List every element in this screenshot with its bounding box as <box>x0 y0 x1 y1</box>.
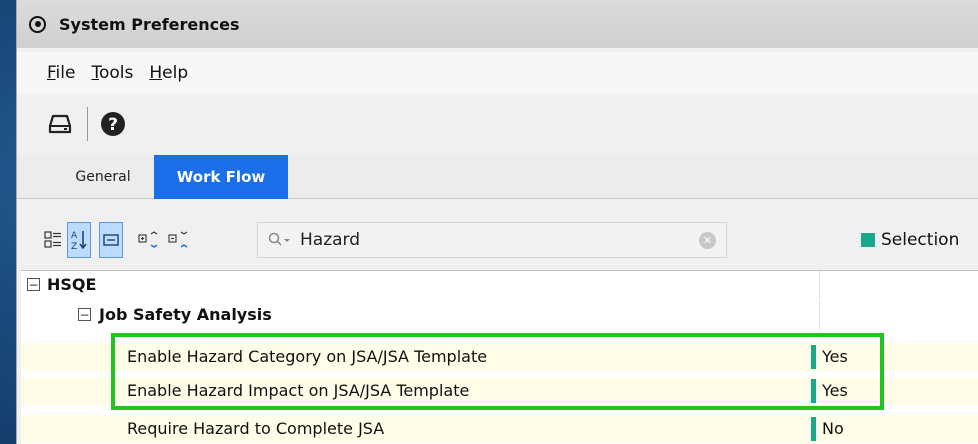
title-bar[interactable]: System Preferences <box>17 0 978 48</box>
property-name: Require Hazard to Complete JSA <box>127 419 385 438</box>
subgroup-row-jsa[interactable]: − Job Safety Analysis <box>21 301 978 329</box>
group-label: HSQE <box>47 275 97 294</box>
group-row-hsqe[interactable]: − HSQE <box>21 271 978 299</box>
menu-help[interactable]: Help <box>149 63 188 83</box>
menu-tools[interactable]: Tools <box>91 63 133 83</box>
search-input[interactable] <box>300 230 680 250</box>
svg-text:Z: Z <box>71 242 77 251</box>
save-button[interactable] <box>45 109 75 139</box>
help-icon: ? <box>101 112 125 136</box>
help-button[interactable]: ? <box>98 109 128 139</box>
toolbar: ? <box>17 96 978 152</box>
tab-work-flow[interactable]: Work Flow <box>154 155 288 199</box>
menu-tools-mnemonic: T <box>91 63 99 83</box>
property-pages-icon <box>103 234 119 246</box>
alphabetical-sort-button[interactable]: A Z <box>67 222 91 258</box>
property-pages-button[interactable] <box>99 222 123 258</box>
categorized-icon <box>44 231 61 248</box>
menu-bar: File Tools Help <box>17 52 978 94</box>
collapse-all-button[interactable] <box>167 225 191 255</box>
property-value[interactable]: No <box>822 419 844 438</box>
search-box[interactable]: ✕ <box>257 222 727 258</box>
menu-help-label: elp <box>162 63 189 83</box>
clear-search-icon[interactable]: ✕ <box>699 232 716 249</box>
subgroup-label: Job Safety Analysis <box>99 305 272 324</box>
categorized-view-button[interactable] <box>41 225 65 255</box>
menu-file-label: ile <box>55 63 76 83</box>
collapse-toggle-icon[interactable]: − <box>78 308 91 321</box>
window-title: System Preferences <box>59 14 240 34</box>
expand-all-icon <box>138 231 158 248</box>
drive-icon <box>48 114 72 134</box>
selection-legend-label: Selection <box>881 230 960 250</box>
annotation-highlight <box>111 333 884 410</box>
selection-swatch <box>861 233 875 247</box>
selection-legend: Selection <box>861 230 959 250</box>
sort-az-icon: A Z <box>71 231 87 251</box>
selection-marker <box>811 417 816 441</box>
menu-help-mnemonic: H <box>149 63 163 83</box>
collapse-toggle-icon[interactable]: − <box>27 278 40 291</box>
svg-text:?: ? <box>108 115 118 135</box>
menu-file[interactable]: File <box>47 63 75 83</box>
collapse-all-icon <box>168 231 188 248</box>
app-icon <box>29 15 46 33</box>
svg-text:A: A <box>71 231 78 241</box>
menu-file-mnemonic: F <box>47 63 56 83</box>
toolbar-separator <box>87 107 88 141</box>
tab-strip: General Work Flow <box>17 155 978 199</box>
column-divider <box>819 301 820 329</box>
expand-all-button[interactable] <box>137 225 161 255</box>
column-divider <box>819 271 820 299</box>
tab-general[interactable]: General <box>57 155 149 199</box>
search-icon[interactable] <box>268 232 292 248</box>
property-filter-bar: A Z Hazard ✕ Selection <box>17 215 978 265</box>
menu-tools-label: ools <box>98 63 134 83</box>
property-row[interactable]: Require Hazard to Complete JSA No <box>21 415 978 443</box>
